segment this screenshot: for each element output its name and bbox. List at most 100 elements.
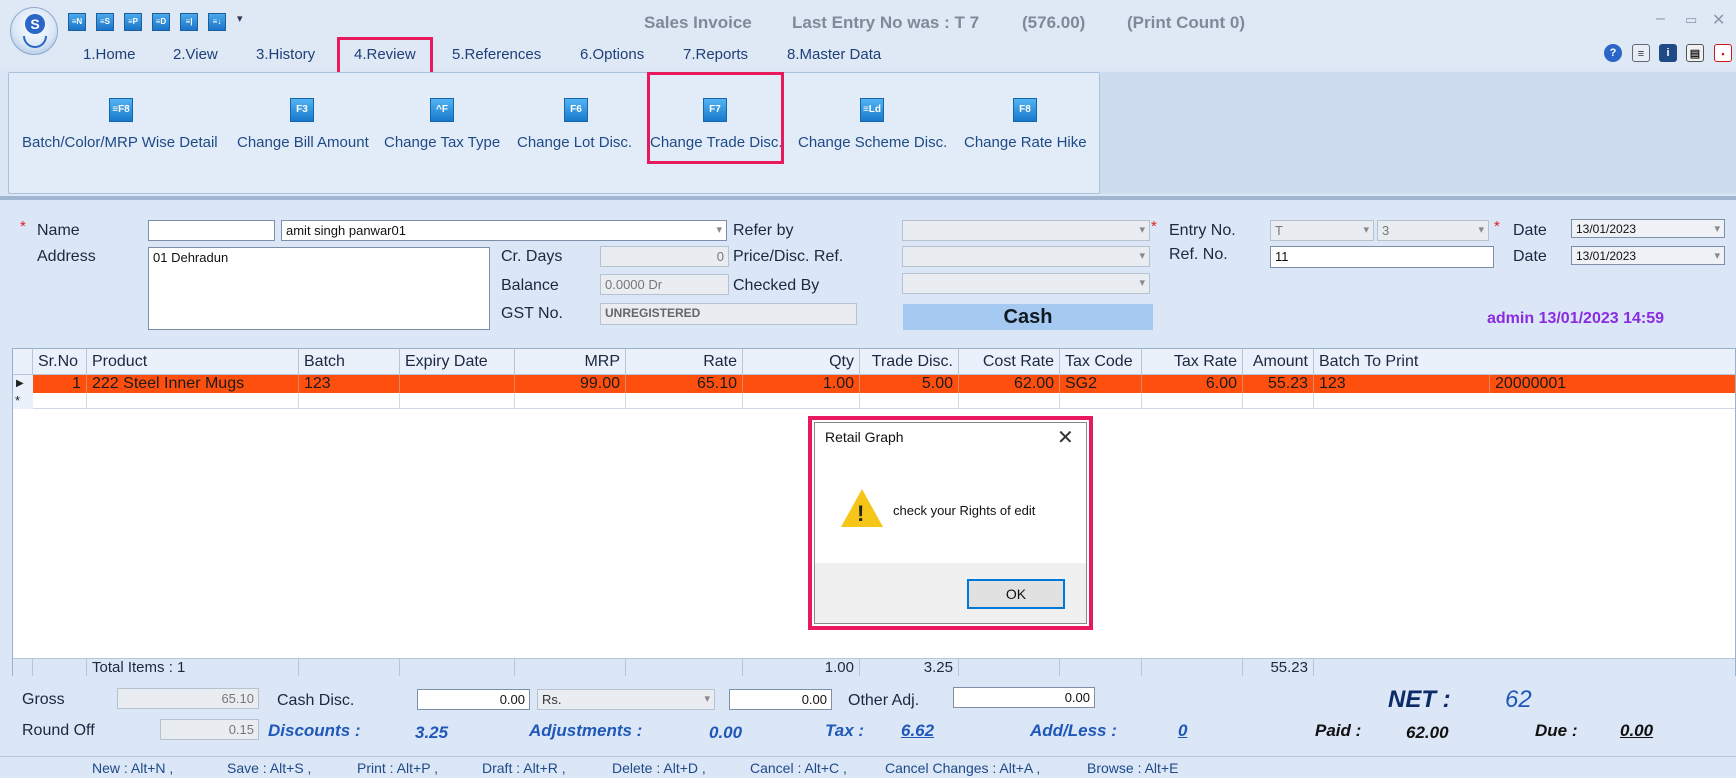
new-row-cell[interactable] xyxy=(1243,393,1314,409)
shortcut-cancel-changes[interactable]: Cancel Changes : Alt+A , xyxy=(885,760,1040,776)
menu-reports[interactable]: 7.Reports xyxy=(683,46,748,63)
col-tax-rate[interactable]: Tax Rate xyxy=(1142,349,1243,375)
address-textarea[interactable]: 01 Dehradun xyxy=(148,247,490,330)
flag-icon[interactable]: ▪ xyxy=(1714,44,1732,62)
quick-print-icon[interactable]: ≡P xyxy=(124,13,142,31)
cell-batch-to-print[interactable]: 123 xyxy=(1314,375,1490,393)
batch-detail-icon[interactable]: ≡F8 xyxy=(109,98,133,122)
cash-mode-button[interactable]: Cash xyxy=(903,304,1153,330)
col-amount[interactable]: Amount xyxy=(1243,349,1314,375)
change-tax-type-button[interactable]: Change Tax Type xyxy=(384,134,500,151)
customer-code-input[interactable] xyxy=(148,220,275,241)
cash-disc-input[interactable]: 0.00 xyxy=(417,689,530,710)
menu-history[interactable]: 3.History xyxy=(256,46,315,63)
new-row-cell[interactable] xyxy=(626,393,743,409)
tax-value-link[interactable]: 6.62 xyxy=(901,721,934,741)
cell-rate[interactable]: 65.10 xyxy=(626,375,743,393)
quick-list-icon[interactable]: ≡| xyxy=(180,13,198,31)
menu-master-data[interactable]: 8.Master Data xyxy=(787,46,881,63)
new-row-cell[interactable] xyxy=(959,393,1060,409)
quick-export-icon[interactable]: ≡↓ xyxy=(208,13,226,31)
chat-icon[interactable]: ≡ xyxy=(1632,44,1650,62)
other-adj-input[interactable]: 0.00 xyxy=(953,687,1095,708)
col-product[interactable]: Product xyxy=(87,349,299,375)
shortcut-delete[interactable]: Delete : Alt+D , xyxy=(612,760,706,776)
menu-review[interactable]: 4.Review xyxy=(354,46,416,63)
new-row-cell[interactable] xyxy=(400,393,515,409)
addless-value-link[interactable]: 0 xyxy=(1178,721,1187,741)
new-row-cell[interactable] xyxy=(743,393,860,409)
col-batch-to-print[interactable]: Batch To Print xyxy=(1314,349,1735,375)
menu-references[interactable]: 5.References xyxy=(452,46,541,63)
new-row-cell[interactable] xyxy=(1060,393,1142,409)
cash-disc-amount-input[interactable]: 0.00 xyxy=(729,689,832,710)
new-row-icon[interactable]: * xyxy=(13,393,33,409)
cell-mrp[interactable]: 99.00 xyxy=(515,375,626,393)
new-row-cell[interactable] xyxy=(87,393,299,409)
cell-product[interactable]: 222 Steel Inner Mugs xyxy=(87,375,299,393)
cell-tax-rate[interactable]: 6.00 xyxy=(1142,375,1243,393)
customize-toolbar-icon[interactable]: ▾ xyxy=(237,12,243,25)
cell-cost-rate[interactable]: 62.00 xyxy=(959,375,1060,393)
batch-color-mrp-detail-button[interactable]: Batch/Color/MRP Wise Detail xyxy=(22,134,218,151)
row-selector-icon[interactable]: ▶ xyxy=(13,375,33,393)
col-tax-code[interactable]: Tax Code xyxy=(1060,349,1142,375)
change-trade-disc-icon[interactable]: F7 xyxy=(703,98,727,122)
cell-expiry[interactable] xyxy=(400,375,515,393)
quick-save-icon[interactable]: ≡S xyxy=(96,13,114,31)
cell-trade-disc[interactable]: 5.00 xyxy=(860,375,959,393)
menu-options[interactable]: 6.Options xyxy=(580,46,644,63)
col-cost-rate[interactable]: Cost Rate xyxy=(959,349,1060,375)
change-bill-amount-button[interactable]: Change Bill Amount xyxy=(237,134,369,151)
cell-srno[interactable]: 1 xyxy=(33,375,87,393)
refer-by-select[interactable] xyxy=(902,220,1150,241)
cell-qty[interactable]: 1.00 xyxy=(743,375,860,393)
cell-batch[interactable]: 123 xyxy=(299,375,400,393)
info-icon[interactable]: i xyxy=(1659,44,1677,62)
shortcut-browse[interactable]: Browse : Alt+E xyxy=(1087,760,1178,776)
maximize-icon[interactable]: ▭ xyxy=(1685,12,1697,28)
menu-home[interactable]: 1.Home xyxy=(83,46,136,63)
notes-icon[interactable]: ▤ xyxy=(1686,44,1704,62)
close-window-icon[interactable]: ✕ xyxy=(1712,10,1725,30)
shortcut-print[interactable]: Print : Alt+P , xyxy=(357,760,438,776)
change-trade-disc-button[interactable]: Change Trade Disc. xyxy=(650,134,783,151)
col-rate[interactable]: Rate xyxy=(626,349,743,375)
col-batch[interactable]: Batch xyxy=(299,349,400,375)
cell-batch-code[interactable]: 20000001 xyxy=(1490,375,1735,393)
shortcut-draft[interactable]: Draft : Alt+R , xyxy=(482,760,566,776)
col-qty[interactable]: Qty xyxy=(743,349,860,375)
change-rate-hike-button[interactable]: Change Rate Hike xyxy=(964,134,1087,151)
col-mrp[interactable]: MRP xyxy=(515,349,626,375)
cash-disc-type-select[interactable]: Rs. xyxy=(537,689,715,710)
dialog-close-icon[interactable]: ✕ xyxy=(1057,425,1074,450)
col-srno[interactable]: Sr.No xyxy=(33,349,87,375)
quick-new-icon[interactable]: ≡N xyxy=(68,13,86,31)
quick-delete-icon[interactable]: ≡D xyxy=(152,13,170,31)
new-row-cell[interactable] xyxy=(860,393,959,409)
change-lot-disc-button[interactable]: Change Lot Disc. xyxy=(517,134,632,151)
shortcut-save[interactable]: Save : Alt+S , xyxy=(227,760,311,776)
cr-days-input[interactable]: 0 xyxy=(600,246,729,267)
minimize-icon[interactable]: – xyxy=(1656,10,1665,28)
change-lot-disc-icon[interactable]: F6 xyxy=(564,98,588,122)
menu-view[interactable]: 2.View xyxy=(173,46,218,63)
change-scheme-disc-button[interactable]: Change Scheme Disc. xyxy=(798,134,947,151)
entry-series-select[interactable]: T xyxy=(1270,220,1374,241)
new-row-cell[interactable] xyxy=(299,393,400,409)
ref-date-picker[interactable]: 13/01/2023 xyxy=(1571,246,1725,265)
change-rate-hike-icon[interactable]: F8 xyxy=(1013,98,1037,122)
checked-by-select[interactable] xyxy=(902,273,1150,294)
entry-date-picker[interactable]: 13/01/2023 xyxy=(1571,219,1725,238)
shortcut-new[interactable]: New : Alt+N , xyxy=(92,760,173,776)
customer-name-select[interactable]: amit singh panwar01 xyxy=(281,220,727,241)
change-scheme-disc-icon[interactable]: ≡Ld xyxy=(860,98,884,122)
cell-amount[interactable]: 55.23 xyxy=(1243,375,1314,393)
help-icon[interactable]: ? xyxy=(1604,44,1622,62)
change-bill-amount-icon[interactable]: F3 xyxy=(290,98,314,122)
entry-number-select[interactable]: 3 xyxy=(1377,220,1489,241)
new-row-cell[interactable] xyxy=(33,393,87,409)
shortcut-cancel[interactable]: Cancel : Alt+C , xyxy=(750,760,847,776)
change-tax-type-icon[interactable]: ^F xyxy=(430,98,454,122)
new-row-cell[interactable] xyxy=(1142,393,1243,409)
